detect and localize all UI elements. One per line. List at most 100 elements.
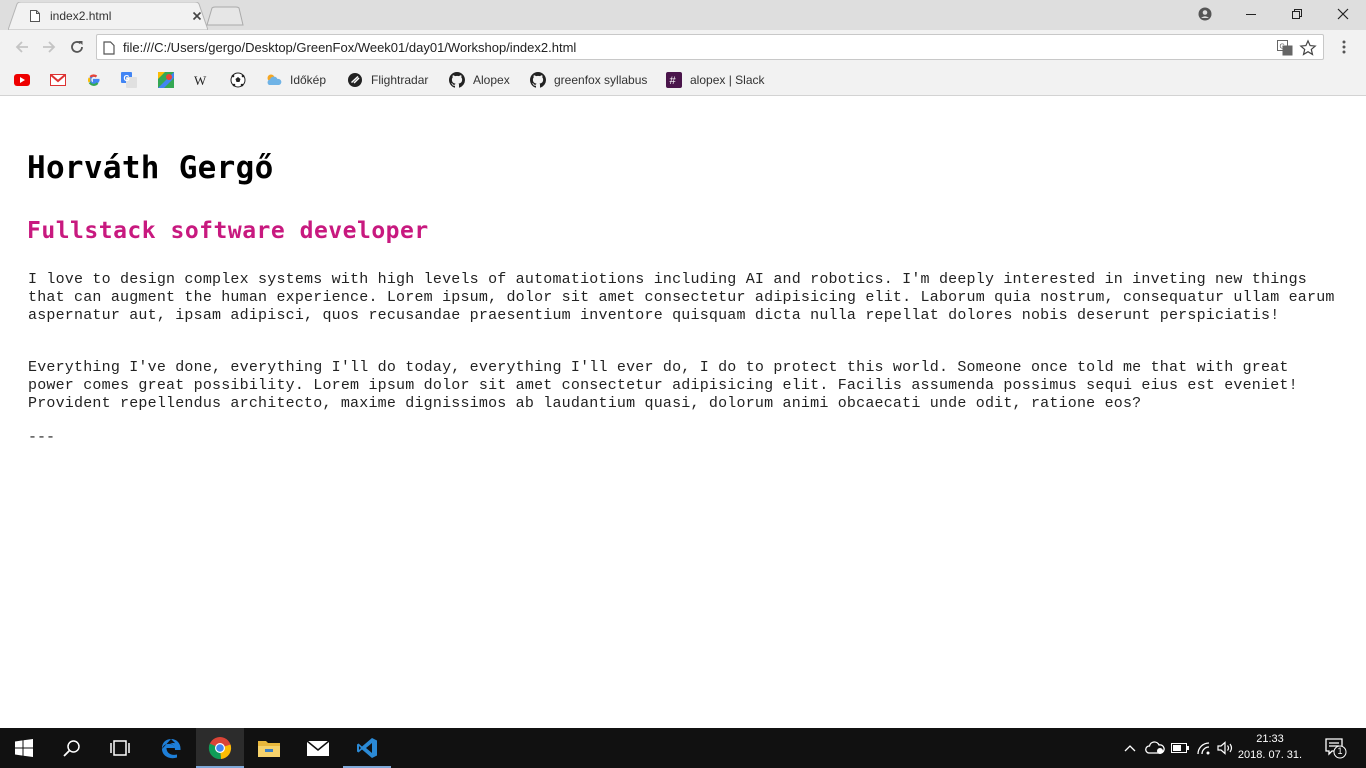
windows-start-icon bbox=[15, 739, 33, 757]
flightradar-icon bbox=[348, 73, 362, 87]
bookmark-label: Időkép bbox=[290, 73, 327, 87]
bookmark-label: greenfox syllabus bbox=[554, 73, 648, 87]
bookmark-label: alopex | Slack bbox=[690, 73, 765, 87]
bookmark-google-maps[interactable] bbox=[158, 70, 174, 90]
bookmark-soccer[interactable] bbox=[230, 70, 246, 90]
svg-text:G: G bbox=[1280, 44, 1285, 51]
notification-count: 1 bbox=[1337, 746, 1343, 756]
svg-text:G: G bbox=[124, 74, 130, 83]
taskbar-edge[interactable] bbox=[147, 728, 195, 768]
bookmark-gmail[interactable] bbox=[50, 70, 66, 90]
forward-arrow-icon bbox=[43, 41, 56, 53]
bookmark-google-translate[interactable]: G bbox=[121, 70, 137, 90]
bookmark-google[interactable] bbox=[86, 70, 102, 90]
battery-icon bbox=[1171, 743, 1189, 753]
wifi-icon bbox=[1197, 742, 1210, 755]
windows-taskbar: 21:33 2018. 07. 31. 1 bbox=[0, 728, 1366, 768]
vscode-icon bbox=[357, 738, 377, 758]
bookmark-flightradar[interactable]: Flightradar bbox=[347, 70, 428, 90]
github-icon bbox=[449, 72, 465, 88]
profile-icon bbox=[1198, 7, 1212, 21]
tray-battery[interactable] bbox=[1170, 738, 1190, 758]
restore-icon bbox=[1292, 9, 1302, 19]
forward-button[interactable] bbox=[39, 37, 59, 57]
minimize-icon bbox=[1246, 14, 1256, 15]
reload-button[interactable] bbox=[67, 37, 87, 57]
action-center-button[interactable]: 1 bbox=[1318, 736, 1348, 760]
page-subtitle: Fullstack software developer bbox=[27, 218, 429, 244]
tray-volume[interactable] bbox=[1216, 738, 1236, 758]
tray-onedrive[interactable] bbox=[1145, 738, 1165, 758]
back-button[interactable] bbox=[12, 37, 32, 57]
bookmarks-bar: G W Időkép Flightradar Alopex greenfox s… bbox=[0, 64, 1366, 96]
taskbar-chrome[interactable] bbox=[196, 728, 244, 768]
translate-icon[interactable]: G bbox=[1277, 40, 1293, 56]
text-separator: --- bbox=[28, 429, 56, 446]
bookmark-wikipedia[interactable]: W bbox=[194, 70, 210, 90]
gmail-icon bbox=[50, 74, 66, 86]
profile-button[interactable] bbox=[1182, 0, 1228, 28]
page-content: Horváth Gergő Fullstack software develop… bbox=[0, 96, 1366, 728]
page-info-icon bbox=[103, 41, 115, 55]
notification-icon bbox=[1325, 738, 1347, 759]
slack-icon: # bbox=[666, 72, 682, 88]
start-button[interactable] bbox=[0, 728, 48, 768]
bookmark-alopex[interactable]: Alopex bbox=[449, 70, 510, 90]
weather-cloud-icon bbox=[267, 74, 282, 85]
browser-toolbar: file:///C:/Users/gergo/Desktop/GreenFox/… bbox=[0, 30, 1366, 64]
cloud-sync-icon bbox=[1145, 741, 1165, 754]
file-explorer-icon bbox=[258, 741, 280, 757]
taskbar-file-explorer[interactable] bbox=[245, 728, 293, 768]
taskbar-clock[interactable]: 21:33 2018. 07. 31. bbox=[1236, 731, 1304, 763]
task-view-icon bbox=[110, 740, 130, 756]
taskbar-vscode[interactable] bbox=[343, 728, 391, 768]
bookmark-idokep[interactable]: Időkép bbox=[266, 70, 326, 90]
bookmark-label: Alopex bbox=[473, 73, 510, 87]
restore-button[interactable] bbox=[1274, 0, 1320, 28]
soccer-ball-icon bbox=[230, 72, 246, 88]
tray-wifi[interactable] bbox=[1194, 738, 1214, 758]
address-bar[interactable]: file:///C:/Users/gergo/Desktop/GreenFox/… bbox=[96, 34, 1324, 60]
youtube-icon bbox=[14, 74, 30, 86]
google-icon bbox=[88, 74, 100, 86]
task-view-button[interactable] bbox=[96, 728, 144, 768]
bookmark-greenfox-syllabus[interactable]: greenfox syllabus bbox=[530, 70, 647, 90]
bookmark-star-icon[interactable] bbox=[1299, 39, 1317, 57]
chrome-icon bbox=[208, 737, 232, 760]
page-title: Horváth Gergő bbox=[27, 150, 274, 186]
back-arrow-icon bbox=[15, 41, 28, 53]
new-tab-button[interactable] bbox=[206, 6, 244, 26]
clock-time: 21:33 bbox=[1256, 733, 1284, 745]
edge-icon bbox=[161, 739, 181, 759]
github-icon bbox=[530, 72, 546, 88]
taskbar-mail[interactable] bbox=[294, 728, 342, 768]
mail-icon bbox=[306, 740, 330, 756]
close-icon bbox=[1337, 8, 1349, 20]
search-icon bbox=[63, 740, 80, 757]
bookmark-slack[interactable]: # alopex | Slack bbox=[666, 70, 765, 90]
browser-title-bar: index2.html bbox=[0, 0, 1366, 30]
bookmark-youtube[interactable] bbox=[14, 70, 30, 90]
minimize-button[interactable] bbox=[1228, 0, 1274, 28]
tab-title: index2.html bbox=[50, 9, 112, 23]
speaker-icon bbox=[1217, 741, 1233, 755]
tab-close-icon[interactable] bbox=[190, 9, 204, 23]
google-maps-icon bbox=[158, 72, 174, 88]
close-window-button[interactable] bbox=[1320, 0, 1366, 28]
wikipedia-icon: W bbox=[194, 73, 207, 88]
reload-icon bbox=[71, 41, 83, 53]
browser-menu-button[interactable] bbox=[1336, 37, 1352, 57]
google-translate-icon: G bbox=[121, 72, 137, 88]
tray-show-hidden[interactable] bbox=[1120, 738, 1140, 758]
chevron-up-icon bbox=[1124, 745, 1136, 752]
url-text[interactable]: file:///C:/Users/gergo/Desktop/GreenFox/… bbox=[123, 40, 576, 55]
paragraph: Everything I've done, everything I'll do… bbox=[28, 359, 1298, 412]
browser-tab-active[interactable]: index2.html bbox=[8, 2, 208, 30]
taskbar-search-button[interactable] bbox=[48, 728, 96, 768]
bookmark-label: Flightradar bbox=[371, 73, 429, 87]
document-icon bbox=[30, 10, 40, 22]
kebab-menu-icon bbox=[1342, 40, 1346, 54]
svg-text:#: # bbox=[670, 75, 677, 87]
clock-date: 2018. 07. 31. bbox=[1237, 749, 1303, 761]
svg-text:W: W bbox=[194, 73, 207, 88]
